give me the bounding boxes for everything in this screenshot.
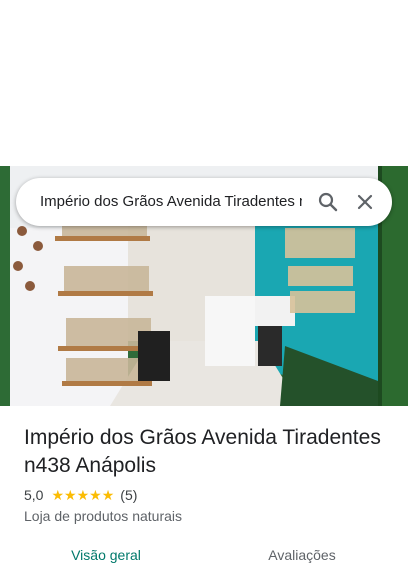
tab-overview[interactable]: Visão geral xyxy=(4,540,208,572)
star-icon: ★ xyxy=(64,487,77,503)
search-bar[interactable]: Império dos Grãos Avenida Tiradentes n43… xyxy=(16,178,392,226)
rating-row[interactable]: 5,0 ★ ★ ★ ★ ★ (5) xyxy=(24,486,137,504)
place-tabs: Visão geral Avaliações xyxy=(0,540,408,572)
star-icon: ★ xyxy=(101,487,115,503)
star-icon: ★ xyxy=(76,487,90,503)
place-category: Loja de produtos naturais xyxy=(24,508,182,524)
star-rating: ★ ★ ★ ★ ★ xyxy=(51,488,114,502)
star-icon: ★ xyxy=(51,487,65,503)
star-icon: ★ xyxy=(89,487,102,503)
close-icon[interactable] xyxy=(353,190,377,214)
rating-value: 5,0 xyxy=(24,487,44,503)
review-count: (5) xyxy=(120,487,138,503)
place-title: Império dos Grãos Avenida Tiradentes n43… xyxy=(24,426,381,477)
search-icon[interactable] xyxy=(316,190,340,214)
tab-reviews[interactable]: Avaliações xyxy=(200,540,404,572)
search-input[interactable]: Império dos Grãos Avenida Tiradentes n43… xyxy=(40,178,302,226)
